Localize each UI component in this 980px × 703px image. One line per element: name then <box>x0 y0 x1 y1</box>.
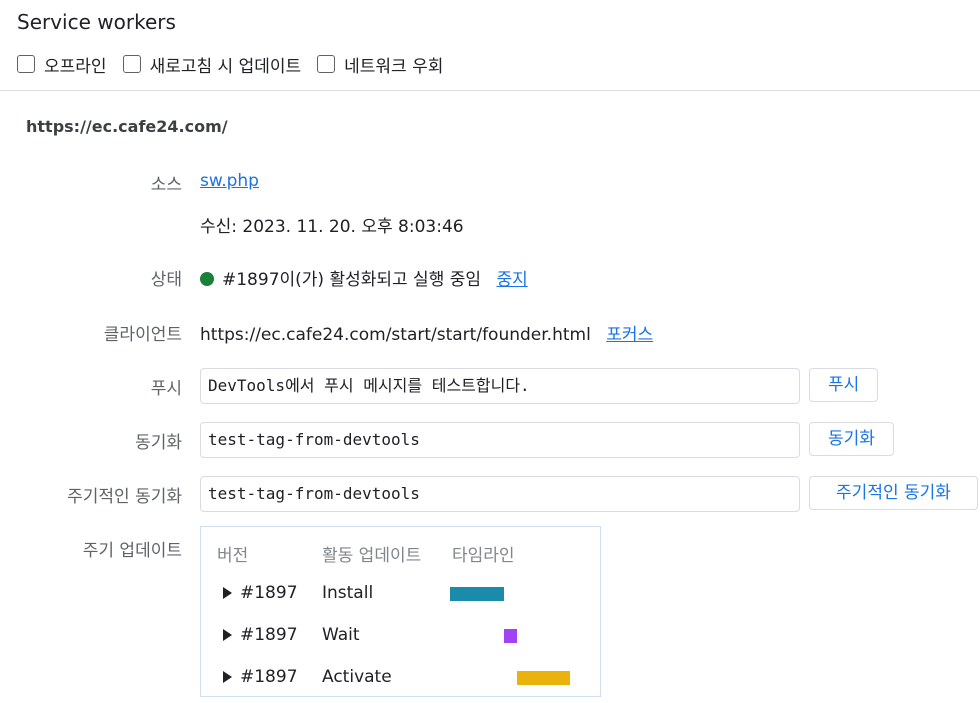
offline-checkbox[interactable] <box>17 55 35 73</box>
stop-link[interactable]: 중지 <box>496 270 527 290</box>
update-cycle-table: 버전 활동 업데이트 타임라인 #1897 Install #1897 Wait… <box>200 526 601 697</box>
page-title: Service workers <box>17 10 176 34</box>
row-version: #1897 <box>240 625 298 645</box>
options-bar: 오프라인 새로고침 시 업데이트 네트워크 우회 <box>17 52 459 77</box>
clients-value: https://ec.cafe24.com/start/start/founde… <box>200 320 653 345</box>
row-version: #1897 <box>240 667 298 687</box>
status-text: #1897이(가) 활성화되고 실행 중임 <box>222 270 482 290</box>
expand-arrow-icon[interactable] <box>223 671 232 683</box>
bypass-network-option[interactable]: 네트워크 우회 <box>317 52 443 77</box>
focus-link[interactable]: 포커스 <box>606 325 653 345</box>
worker-origin: https://ec.cafe24.com/ <box>26 117 228 136</box>
install-timeline-bar <box>450 587 504 601</box>
clients-label: 클라이언트 <box>103 325 182 345</box>
status-label: 상태 <box>150 270 182 290</box>
update-on-reload-checkbox[interactable] <box>122 55 141 73</box>
activity-column-header: 활동 업데이트 <box>322 546 422 566</box>
expand-arrow-icon[interactable] <box>223 629 232 641</box>
received-time: 수신: 2023. 11. 20. 오후 8:03:46 <box>200 217 464 237</box>
push-input[interactable]: DevTools에서 푸시 메시지를 테스트합니다. <box>200 368 800 404</box>
periodic-sync-label: 주기적인 동기화 <box>67 487 182 507</box>
service-workers-header: Service workers 오프라인 새로고침 시 업데이트 네트워크 우회 <box>0 0 980 91</box>
bypass-network-label: 네트워크 우회 <box>344 56 444 77</box>
status-value: #1897이(가) 활성화되고 실행 중임 중지 <box>200 265 528 290</box>
row-event: Activate <box>322 667 392 687</box>
update-row-install[interactable]: #1897 Install <box>201 579 600 609</box>
source-file-link[interactable]: sw.php <box>200 171 259 191</box>
periodic-sync-button[interactable]: 주기적인 동기화 <box>809 476 978 510</box>
row-event: Wait <box>322 625 360 645</box>
update-row-wait[interactable]: #1897 Wait <box>201 621 600 651</box>
push-button[interactable]: 푸시 <box>809 368 879 402</box>
update-row-activate[interactable]: #1897 Activate <box>201 663 600 693</box>
sync-label: 동기화 <box>135 433 182 453</box>
source-label: 소스 <box>150 175 182 195</box>
timeline-column-header: 타임라인 <box>452 546 515 566</box>
update-on-reload-label: 새로고침 시 업데이트 <box>149 56 302 77</box>
activate-timeline-bar <box>517 671 570 685</box>
version-column-header: 버전 <box>217 546 249 566</box>
client-url: https://ec.cafe24.com/start/start/founde… <box>200 325 591 345</box>
update-on-reload-option[interactable]: 새로고침 시 업데이트 <box>122 52 302 77</box>
source-value: sw.php <box>200 171 259 191</box>
sync-input[interactable]: test-tag-from-devtools <box>200 422 800 458</box>
offline-label: 오프라인 <box>44 56 107 77</box>
expand-arrow-icon[interactable] <box>223 587 232 599</box>
row-version: #1897 <box>240 583 298 603</box>
wait-timeline-bar <box>504 629 517 643</box>
status-indicator-icon <box>200 272 214 286</box>
periodic-sync-input[interactable]: test-tag-from-devtools <box>200 476 800 512</box>
push-label: 푸시 <box>150 379 182 399</box>
row-event: Install <box>322 583 374 603</box>
update-cycle-label: 주기 업데이트 <box>82 541 182 561</box>
bypass-network-checkbox[interactable] <box>317 55 336 73</box>
sync-button[interactable]: 동기화 <box>809 422 894 456</box>
offline-option[interactable]: 오프라인 <box>17 52 107 77</box>
